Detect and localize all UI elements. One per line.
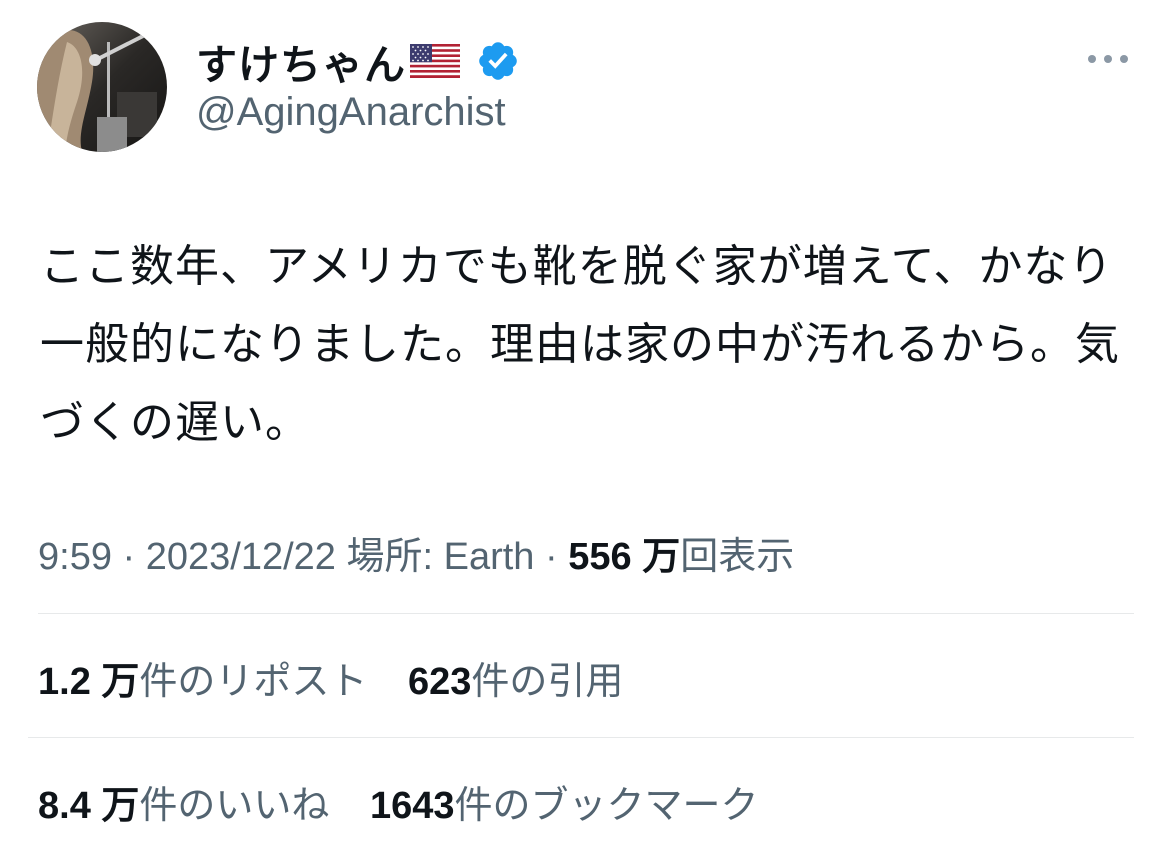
avatar[interactable] — [37, 22, 167, 152]
reposts-count: 1.2 万 — [38, 661, 140, 703]
verified-badge-icon[interactable] — [476, 39, 520, 83]
views-count: 556 万 — [568, 536, 681, 578]
reposts-label: 件のリポスト — [139, 661, 368, 703]
tweet-text: ここ数年、アメリカでも靴を脱ぐ家が増えて、かなり一般的になりました。理由は家の中… — [40, 241, 1120, 448]
avatar-photo-icon — [37, 22, 167, 152]
tweet-date[interactable]: 2023/12/22 — [146, 536, 336, 578]
author-handle[interactable]: @AgingAnarchist — [196, 90, 506, 135]
reposts-stat[interactable]: 1.2 万件のリポスト — [38, 661, 367, 703]
likes-label: 件のいいね — [139, 785, 330, 827]
bookmarks-label: 件のブックマーク — [454, 785, 759, 827]
meta-separator: · — [122, 536, 146, 578]
quotes-stat[interactable]: 623件の引用 — [408, 661, 623, 703]
tweet-detail: すけちゃん @AgingAnarchist ここ数年、アメリカでも靴を脱ぐ家が増… — [0, 0, 1170, 843]
tweet-meta: 9:59 · 2023/12/22 場所: Earth · 556 万回表示 — [38, 525, 794, 580]
likes-stat[interactable]: 8.4 万件のいいね — [38, 785, 329, 827]
author-name-row[interactable]: すけちゃん — [196, 32, 520, 90]
divider — [38, 613, 1134, 614]
divider — [28, 737, 1134, 738]
bookmarks-stat[interactable]: 1643件のブックマーク — [370, 785, 759, 827]
more-options-icon[interactable] — [1084, 48, 1132, 70]
tweet-time[interactable]: 9:59 — [38, 536, 112, 578]
quotes-count: 623 — [407, 661, 472, 703]
engagement-stats-row-1: 1.2 万件のリポスト 623件の引用 — [38, 650, 653, 705]
bookmarks-count: 1643 — [369, 785, 455, 827]
quotes-label: 件の引用 — [471, 661, 624, 703]
us-flag-icon — [410, 44, 460, 78]
views-label: 回表示 — [680, 536, 795, 578]
meta-separator: · — [545, 536, 569, 578]
engagement-stats-row-2: 8.4 万件のいいね 1643件のブックマーク — [38, 774, 789, 829]
tweet-location: 場所: Earth — [346, 536, 535, 578]
likes-count: 8.4 万 — [38, 785, 140, 827]
display-name[interactable]: すけちゃん — [196, 31, 406, 91]
